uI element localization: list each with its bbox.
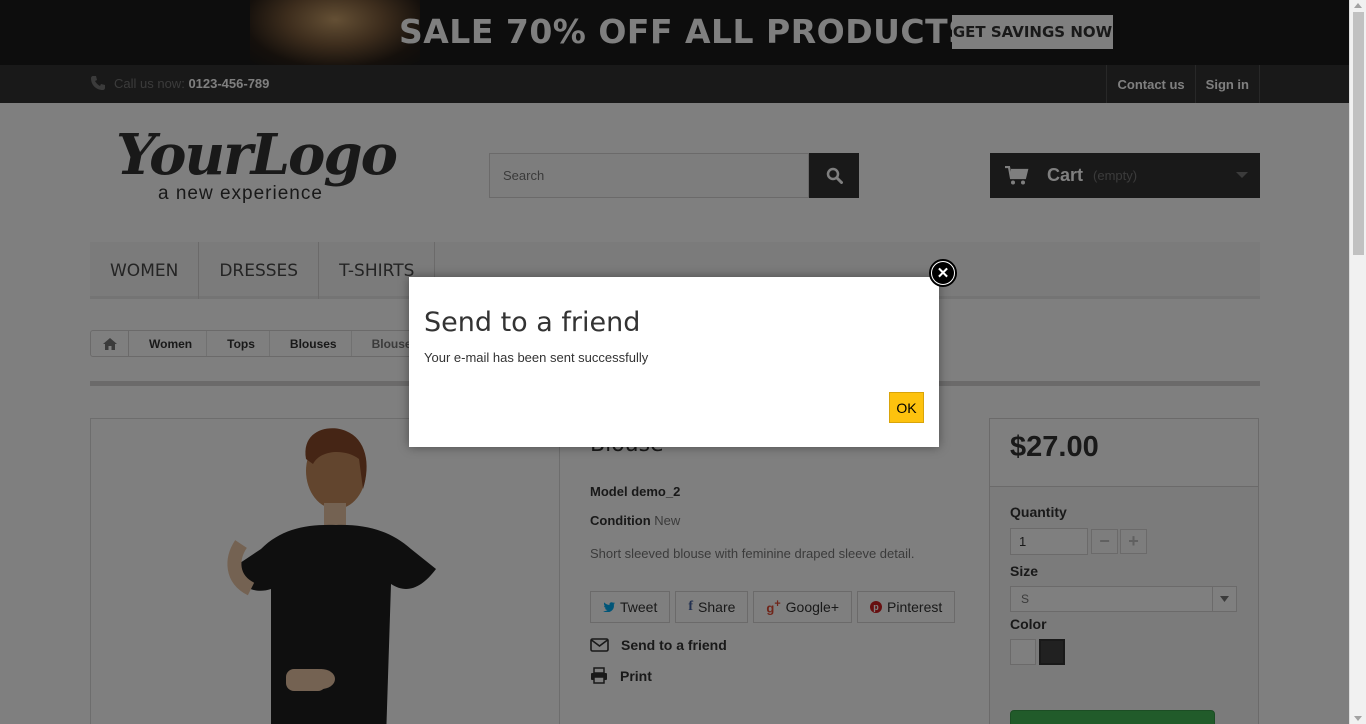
close-icon: ✕ bbox=[932, 262, 954, 284]
dialog-message: Your e-mail has been sent successfully bbox=[424, 350, 649, 365]
scrollbar-thumb[interactable] bbox=[1353, 12, 1364, 255]
dialog-close-button[interactable]: ✕ bbox=[929, 259, 957, 287]
page-scrollbar[interactable] bbox=[1349, 0, 1366, 724]
scroll-down-icon[interactable] bbox=[1354, 716, 1362, 721]
ok-button[interactable]: OK bbox=[889, 392, 924, 423]
dialog-title: Send to a friend bbox=[424, 307, 641, 338]
scroll-up-icon[interactable] bbox=[1354, 3, 1362, 8]
send-friend-dialog: Send to a friend Your e-mail has been se… bbox=[409, 277, 939, 447]
